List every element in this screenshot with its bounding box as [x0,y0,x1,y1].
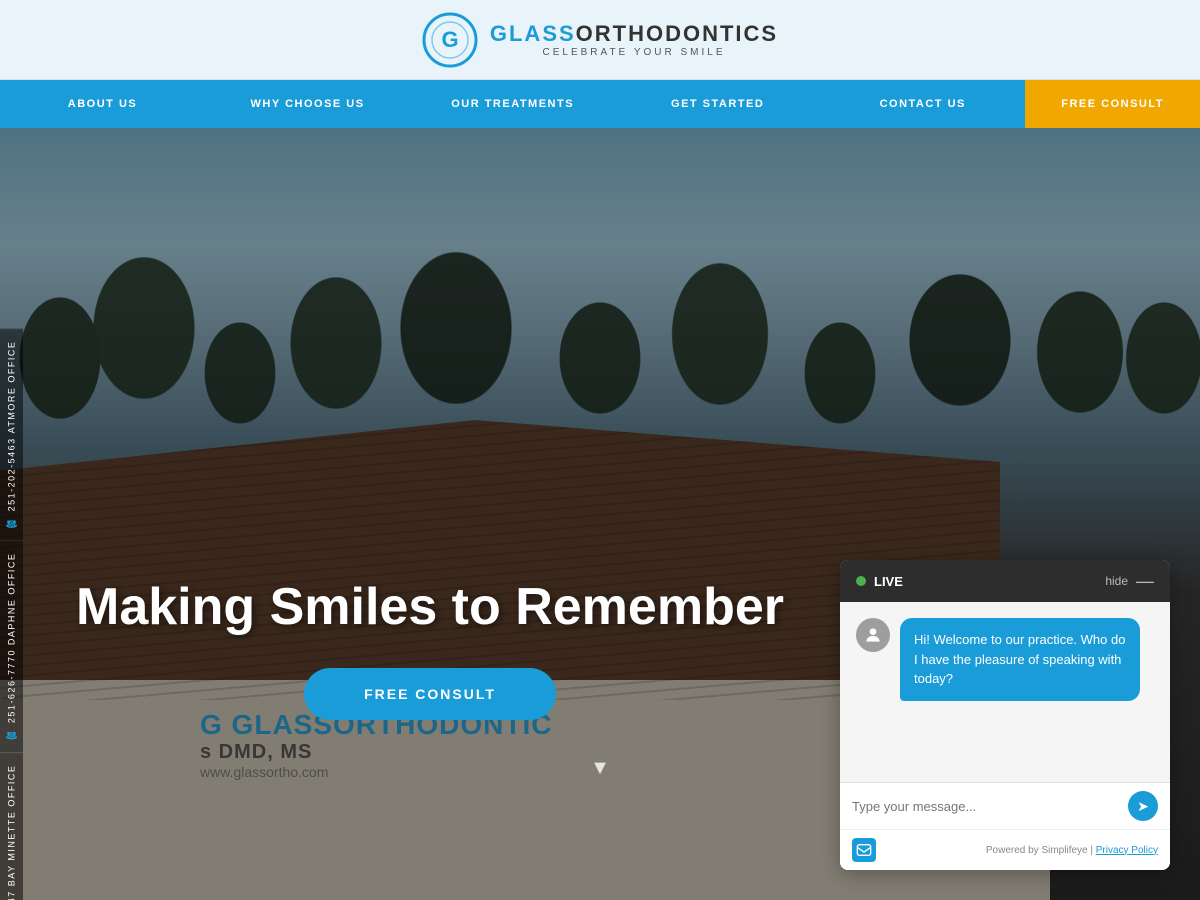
logo-tagline: CELEBRATE YOUR SMILE [490,47,778,58]
send-icon: ➤ [1137,798,1149,815]
chat-footer-text: Powered by Simplifeye | Privacy Policy [986,845,1158,856]
chat-avatar [856,618,890,652]
nav-about-us[interactable]: ABOUT US [0,80,205,128]
privacy-policy-link[interactable]: Privacy Policy [1096,845,1158,856]
chat-body: Hi! Welcome to our practice. Who do I ha… [840,602,1170,782]
chat-controls: hide — [1105,572,1154,590]
hero-content: Making Smiles to Remember FREE CONSULT [0,576,860,720]
chat-hide-button[interactable]: hide [1105,574,1128,588]
chat-input-area: ➤ [840,782,1170,829]
chat-minimize-button[interactable]: — [1136,572,1154,590]
nav-why-choose-us[interactable]: WHY CHOOSE US [205,80,410,128]
chat-input[interactable] [852,799,1128,814]
hero-section: G GLASSORTHODONTIC s DMD, MS www.glassor… [0,128,1200,900]
live-label: LIVE [874,574,903,589]
phone-icon-daphne: ☎ [6,728,17,741]
svg-text:G: G [441,27,458,52]
main-nav: ABOUT US WHY CHOOSE US OUR TREATMENTS GE… [0,80,1200,128]
phone-number-atmore: 251-202-5463 [7,438,17,512]
chat-message-bubble: Hi! Welcome to our practice. Who do I ha… [900,618,1140,701]
chat-header: LIVE hide — [840,560,1170,602]
live-dot [856,576,866,586]
hero-title: Making Smiles to Remember [0,576,860,638]
chat-widget: LIVE hide — Hi! Welcome to our practice.… [840,560,1170,870]
nav-our-treatments[interactable]: OUR TREATMENTS [410,80,615,128]
side-phone-bay-minette[interactable]: ☎ 251-580-4447 BAY MINETTE OFFICE [0,752,23,900]
nav-contact-us[interactable]: CONTACT US [820,80,1025,128]
chat-footer-logo [852,838,876,862]
chat-footer: Powered by Simplifeye | Privacy Policy [840,829,1170,870]
logo-icon: G [422,12,478,68]
chat-send-button[interactable]: ➤ [1128,791,1158,821]
logo[interactable]: G GLASSORTHODONTICS CELEBRATE YOUR SMILE [422,12,778,68]
hero-cta-button[interactable]: FREE CONSULT [304,668,556,720]
site-header: G GLASSORTHODONTICS CELEBRATE YOUR SMILE [0,0,1200,80]
office-label-bay: BAY MINETTE OFFICE [7,765,17,887]
nav-get-started[interactable]: GET STARTED [615,80,820,128]
logo-name: GLASSORTHODONTICS [490,21,778,47]
nav-free-consult[interactable]: FREE CONSULT [1025,80,1200,128]
logo-text: GLASSORTHODONTICS CELEBRATE YOUR SMILE [490,21,778,58]
office-label-atmore: ATMORE OFFICE [7,341,17,434]
phone-number-bay: 251-580-4447 [7,891,17,900]
phone-icon-atmore: ☎ [6,516,17,529]
chat-live-indicator: LIVE [856,574,903,589]
hero-scroll-arrow[interactable]: ▼ [590,757,610,780]
side-phone-atmore[interactable]: ☎ 251-202-5463 ATMORE OFFICE [0,328,23,540]
